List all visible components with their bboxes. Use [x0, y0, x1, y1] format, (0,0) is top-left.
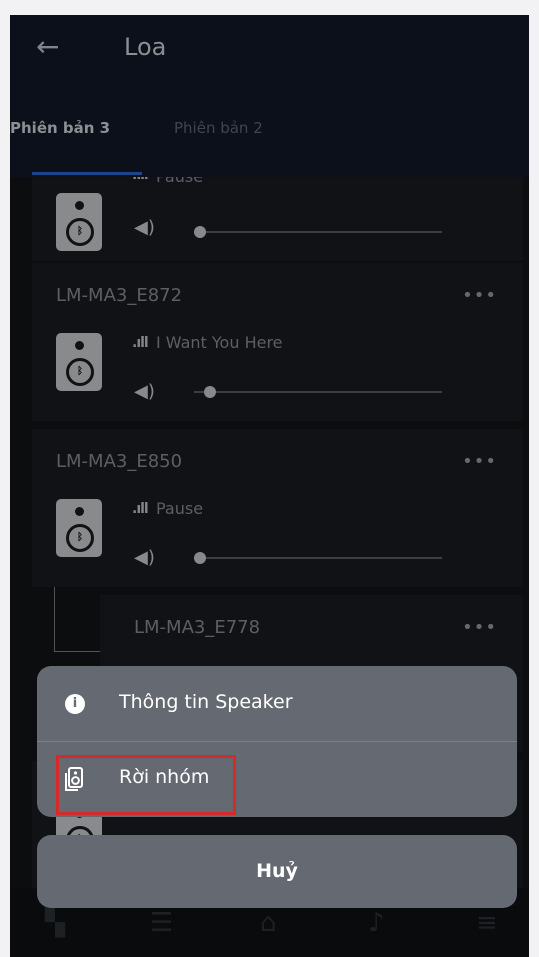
action-speaker-info[interactable]: i Thông tin Speaker [37, 666, 517, 742]
info-icon: i [65, 694, 85, 714]
action-label: Thông tin Speaker [119, 691, 293, 713]
selection-highlight-box [56, 755, 236, 815]
cancel-button[interactable]: Huỷ [37, 835, 517, 908]
app-screen: ← Loa Phiên bản 3 Phiên bản 2 ᛒ .ıll Pau… [10, 15, 529, 957]
